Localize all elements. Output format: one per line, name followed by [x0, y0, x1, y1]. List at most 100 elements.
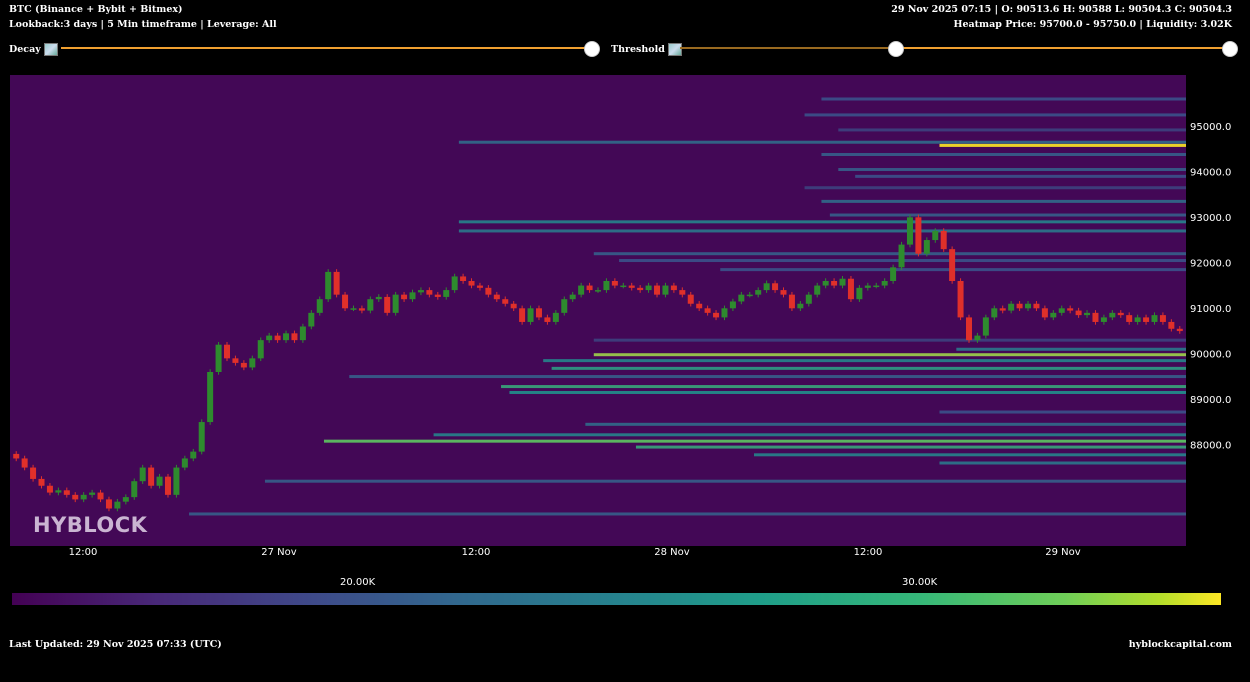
decay-label-group: Decay: [9, 43, 58, 56]
candle-body: [224, 344, 231, 359]
candle-body: [434, 294, 441, 297]
threshold-slider-range[interactable]: [895, 47, 1229, 49]
candle-body: [645, 285, 652, 291]
x-tick-label: 27 Nov: [261, 547, 297, 558]
candle-body: [97, 492, 104, 500]
threshold-slider-low-handle[interactable]: [888, 41, 904, 57]
liquidity-band: [501, 385, 1186, 389]
liquidity-band: [956, 347, 1186, 351]
candle-body: [535, 308, 542, 318]
liquidity-band: [753, 453, 1186, 457]
liquidity-band: [323, 439, 1187, 443]
chart-subtitle: Lookback:3 days | 5 Min timeframe | Leve…: [9, 19, 277, 30]
candle-body: [316, 299, 323, 313]
candle-body: [637, 287, 644, 291]
candle-body: [932, 230, 939, 241]
candle-body: [350, 308, 357, 310]
candle-body: [468, 281, 475, 286]
candle-body: [847, 278, 854, 300]
decay-slider-track[interactable]: [61, 47, 591, 49]
candle-body: [156, 476, 163, 486]
candle-body: [139, 467, 146, 482]
candle-body: [772, 283, 779, 291]
candle-body: [578, 285, 585, 295]
candle-body: [561, 299, 568, 313]
candle-body: [485, 287, 492, 295]
candle-body: [1075, 310, 1082, 316]
site-link[interactable]: hyblockcapital.com: [1129, 639, 1232, 650]
candle-body: [974, 335, 981, 341]
x-tick-label: 12:00: [69, 547, 98, 558]
candle-body: [375, 296, 382, 300]
decay-slider-handle[interactable]: [584, 41, 600, 57]
candle-body: [1084, 312, 1091, 316]
candle-body: [831, 281, 838, 286]
candle-body: [1109, 312, 1116, 318]
liquidity-band: [189, 512, 1186, 516]
candle-body: [274, 335, 281, 341]
candle-body: [814, 285, 821, 295]
chart-title: BTC (Binance + Bybit + Bitmex): [9, 4, 183, 15]
candle-body: [114, 501, 121, 509]
candle-body: [746, 294, 753, 297]
liquidity-band: [543, 359, 1186, 363]
candle-body: [1050, 312, 1057, 318]
colorbar-tick-label: 30.00K: [902, 577, 938, 588]
candle-body: [13, 453, 20, 459]
candle-body: [21, 458, 28, 468]
liquidity-band: [264, 479, 1186, 483]
candle-body: [788, 294, 795, 309]
liquidity-band: [433, 433, 1186, 437]
candle-body: [266, 335, 273, 341]
candle-body: [704, 308, 711, 313]
candle-body: [906, 217, 913, 245]
candle-body: [409, 292, 416, 300]
liquidity-band: [593, 338, 1186, 342]
candle-body: [1016, 303, 1023, 309]
candle-body: [333, 271, 340, 295]
liquidation-heatmap-chart[interactable]: 88000.0 89000.0 90000.0 91000.0 92000.0 93000…: [0, 70, 1250, 566]
liquidity-band: [855, 174, 1186, 178]
candle-body: [38, 478, 45, 486]
candle-body: [30, 467, 37, 479]
candle-body: [1134, 317, 1141, 322]
candle-body: [729, 301, 736, 309]
threshold-slider-lower-track[interactable]: [680, 47, 895, 49]
candle-body: [864, 285, 871, 288]
candle-body: [721, 308, 728, 318]
colorbar-tick-label: 20.00K: [340, 577, 376, 588]
candle-body: [949, 249, 956, 281]
liquidity-band: [939, 410, 1186, 414]
candle-body: [460, 276, 467, 281]
candle-body: [527, 308, 534, 322]
liquidity-band: [509, 390, 1186, 394]
threshold-slider-high-handle[interactable]: [1222, 41, 1238, 57]
candle-body: [401, 294, 408, 300]
candle-body: [1126, 315, 1133, 322]
candle-body: [198, 422, 205, 452]
liquidity-band: [821, 153, 1186, 157]
candle-body: [131, 481, 138, 498]
candle-body: [755, 290, 762, 295]
candle-body: [822, 281, 829, 286]
candle-body: [586, 285, 593, 291]
threshold-label-group: Threshold: [611, 43, 682, 56]
candle-body: [628, 285, 635, 288]
y-tick-label: 94000.0: [1190, 167, 1231, 178]
liquidity-band: [593, 353, 1186, 357]
candle-body: [249, 358, 256, 368]
candle-body: [603, 281, 610, 291]
y-tick-label: 91000.0: [1190, 304, 1231, 315]
x-axis: 12:00 27 Nov 12:00 28 Nov 12:00 29 Nov: [69, 547, 1081, 558]
candle-body: [510, 303, 517, 309]
candle-body: [190, 451, 197, 459]
candle-body: [173, 467, 180, 495]
candle-body: [1067, 308, 1074, 311]
candle-body: [595, 290, 601, 292]
candle-body: [181, 458, 188, 468]
candle-body: [1033, 303, 1040, 309]
x-tick-label: 29 Nov: [1045, 547, 1081, 558]
y-axis: 88000.0 89000.0 90000.0 91000.0 92000.0 93000…: [1190, 122, 1231, 451]
liquidity-band: [458, 220, 1186, 224]
liquidity-band: [829, 213, 1186, 217]
